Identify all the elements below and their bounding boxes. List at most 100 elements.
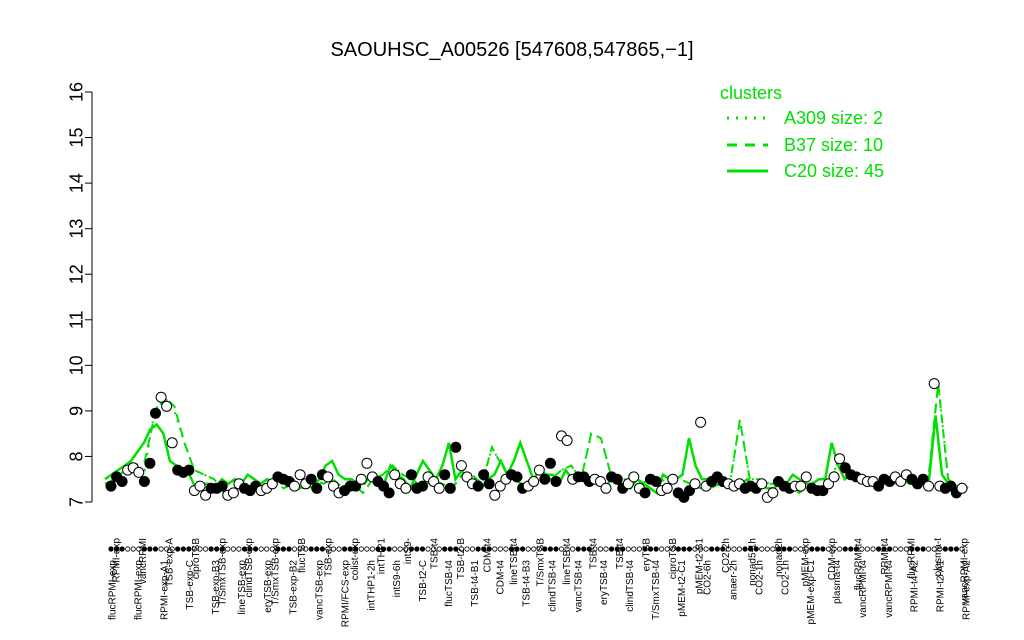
data-point <box>355 473 367 485</box>
strip-dot <box>286 546 292 552</box>
x-tick-label: vancTSB-t4 <box>573 560 584 613</box>
x-tick-label: clindTSB-t4 <box>547 560 558 612</box>
x-tick-label: CDM-t4 <box>496 560 507 595</box>
data-point <box>834 453 846 465</box>
data-point <box>544 457 556 469</box>
data-point <box>305 473 317 485</box>
strip-dot <box>581 546 587 552</box>
data-point <box>311 482 323 494</box>
y-tick-label: 14 <box>66 173 86 193</box>
strip-dot <box>836 546 843 552</box>
y-tick-label: 15 <box>66 128 86 148</box>
upper-tick-label: pMEM-exp <box>801 538 812 587</box>
strip-dot <box>898 546 904 552</box>
upper-tick-label: nonad2h <box>774 538 785 577</box>
data-point <box>828 471 840 483</box>
data-point <box>144 457 156 469</box>
strip-dot <box>920 546 926 552</box>
strip-dot <box>603 546 609 552</box>
strip-dot <box>369 546 375 552</box>
strip-dot <box>525 546 531 552</box>
upper-tick-label: TSB-t4 <box>430 538 441 570</box>
strip-dot <box>336 546 342 552</box>
data-point <box>539 473 551 485</box>
strip-dot <box>814 546 821 552</box>
y-tick-label: 13 <box>66 219 86 239</box>
data-point <box>444 482 456 494</box>
upper-tick-label: intTHP1 <box>377 538 388 575</box>
strip-dot <box>230 546 236 552</box>
data-point <box>795 480 807 492</box>
data-point <box>417 480 428 492</box>
strip-dot <box>386 546 392 552</box>
strip-dot <box>953 546 960 552</box>
x-tick-label: intS9-6h <box>392 560 403 597</box>
strip-dot <box>731 546 737 552</box>
strip-dot <box>397 546 403 552</box>
data-point <box>455 460 467 472</box>
strip-dot <box>820 546 826 552</box>
legend-label-c20: C20 size: 45 <box>784 161 884 181</box>
data-point <box>138 476 150 487</box>
strip-dot <box>608 546 615 552</box>
strip-dot <box>469 546 476 552</box>
points-layer <box>105 378 968 503</box>
data-point <box>511 471 523 483</box>
strip-dot <box>392 546 398 552</box>
legend: clusters A309 size: 2 B37 size: 10 C20 s… <box>720 83 884 181</box>
strip-dot <box>175 546 181 552</box>
legend-label-b37: B37 size: 10 <box>784 135 883 155</box>
y-axis: 7 8 9 10 11 12 13 14 15 16 <box>66 82 93 507</box>
upper-tick-label: T/SmxTSB-exp <box>218 538 229 606</box>
data-point <box>116 476 128 487</box>
strip-dot <box>180 546 186 552</box>
data-point <box>161 400 173 412</box>
data-point <box>322 471 334 483</box>
y-tick-label: 12 <box>66 264 86 284</box>
strip-dot <box>948 546 954 552</box>
strip-dot <box>575 546 581 552</box>
upper-tick-label: lineTSB-t4 <box>509 538 520 585</box>
y-tick-label: 7 <box>66 497 86 507</box>
strip-dot <box>631 546 637 552</box>
data-point <box>194 480 206 492</box>
strip-dot <box>764 546 770 552</box>
data-point <box>400 482 412 494</box>
data-point <box>216 480 228 492</box>
upper-tick-label: flucRPMI-t4 <box>854 538 865 591</box>
strip-dot <box>236 546 242 552</box>
data-point <box>450 441 462 453</box>
strip-dot <box>686 546 693 552</box>
data-point <box>611 473 623 485</box>
upper-tick-label: TSB-t4 <box>589 538 600 570</box>
data-point <box>294 469 306 481</box>
data-point <box>650 476 662 487</box>
data-point <box>956 482 968 494</box>
data-point <box>639 487 651 499</box>
upper-tick-label: TSB-exp-A <box>165 538 176 587</box>
y-tick-label: 16 <box>66 82 86 102</box>
data-point <box>383 487 395 499</box>
strip-dot <box>681 546 687 552</box>
plot-area <box>104 378 969 503</box>
data-point <box>695 416 707 428</box>
data-point <box>133 466 145 478</box>
strip-dot <box>364 546 370 552</box>
upper-tick-label: vancRPMI-exp <box>960 538 971 604</box>
upper-tick-label: vancRPMI <box>138 538 149 584</box>
strip-dot <box>892 546 898 552</box>
data-point <box>183 464 195 476</box>
upper-tick-label: RPMI-exp <box>112 538 123 583</box>
y-tick-label: 10 <box>66 355 86 375</box>
x-tick-label: clindTSB-t4 <box>625 560 636 612</box>
legend-title: clusters <box>720 83 782 103</box>
strip-dot <box>414 546 420 552</box>
data-point <box>600 482 612 494</box>
x-tick-label: TSB-t4-B1 <box>470 560 481 607</box>
data-point <box>155 391 167 403</box>
strip-dot <box>792 546 798 552</box>
x-tick-label: eryTSB-t4 <box>599 560 610 605</box>
upper-tick-label: flucRPMI <box>907 538 918 579</box>
upper-tick-label: lineTSB-t4 <box>562 538 573 585</box>
data-point <box>561 435 573 446</box>
